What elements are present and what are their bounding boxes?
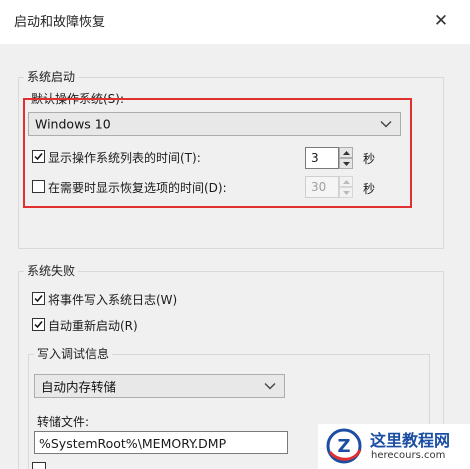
watermark: Z 这里教程网 herecours.com xyxy=(318,424,470,469)
watermark-url: herecours.com xyxy=(371,450,446,461)
system-startup-legend: 系统启动 xyxy=(24,68,79,85)
highlight-box xyxy=(23,98,412,208)
checkmark-icon xyxy=(34,295,43,303)
dump-file-input[interactable]: %SystemRoot%\MEMORY.DMP xyxy=(34,431,288,454)
partial-checkbox[interactable] xyxy=(32,462,46,469)
dump-file-value: %SystemRoot%\MEMORY.DMP xyxy=(39,436,227,451)
svg-text:Z: Z xyxy=(337,436,350,457)
checkmark-icon xyxy=(34,321,43,329)
logo-icon: Z xyxy=(326,428,362,464)
dump-type-value: 自动内存转储 xyxy=(41,379,117,395)
chevron-down-icon xyxy=(264,383,276,390)
write-event-log-checkbox[interactable] xyxy=(32,292,45,305)
close-button[interactable]: ✕ xyxy=(428,8,454,34)
debug-info-legend: 写入调试信息 xyxy=(34,345,113,362)
watermark-title: 这里教程网 xyxy=(370,431,451,450)
auto-restart-checkbox[interactable] xyxy=(32,318,45,331)
dump-type-select[interactable]: 自动内存转储 xyxy=(34,374,285,398)
write-event-log-label: 将事件写入系统日志(W) xyxy=(48,293,178,307)
system-failure-legend: 系统失败 xyxy=(24,262,79,279)
window-title: 启动和故障恢复 xyxy=(14,15,106,30)
auto-restart-label: 自动重新启动(R) xyxy=(48,319,138,333)
close-icon[interactable]: ✕ xyxy=(434,11,448,31)
title-bar: 启动和故障恢复 ✕ xyxy=(0,0,470,44)
dump-file-label: 转储文件: xyxy=(37,415,90,429)
